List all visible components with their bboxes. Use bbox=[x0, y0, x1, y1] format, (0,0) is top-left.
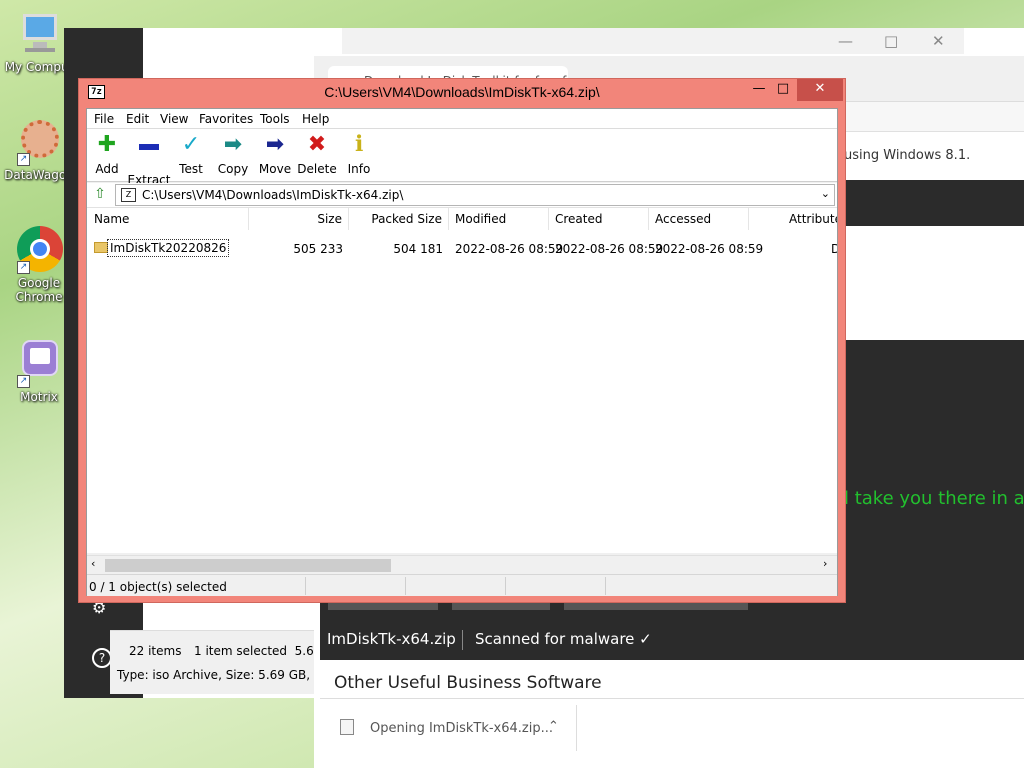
toolbar: ✚ Add Extract ✓ Test ➡ Copy ➡ Move ✖ Del… bbox=[87, 129, 837, 187]
zip-icon: Z bbox=[121, 188, 136, 202]
close-button[interactable]: ✕ bbox=[797, 79, 843, 101]
column-created[interactable]: Created bbox=[549, 208, 649, 230]
banner-scan-status: Scanned for malware ✓ bbox=[475, 630, 652, 648]
row-packed-size: 504 181 bbox=[393, 242, 443, 256]
row-size: 505 233 bbox=[293, 242, 343, 256]
status-bar: 0 / 1 object(s) selected bbox=[87, 574, 837, 596]
window-title: C:\Users\VM4\Downloads\ImDiskTk-x64.zip\ bbox=[324, 84, 600, 100]
browser-maximize-button[interactable]: □ bbox=[884, 32, 898, 50]
explorer-item-count: 22 items bbox=[129, 644, 182, 658]
menu-file[interactable]: File bbox=[94, 112, 114, 126]
banner-filename: ImDiskTk-x64.zip bbox=[327, 630, 456, 648]
scroll-left-icon[interactable]: ‹ bbox=[91, 557, 95, 570]
folder-up-icon[interactable]: ⇧ bbox=[90, 186, 110, 204]
menu-edit[interactable]: Edit bbox=[126, 112, 149, 126]
menu-bar: File Edit View Favorites Tools Help bbox=[87, 109, 837, 129]
browser-close-button[interactable]: ✕ bbox=[932, 32, 945, 50]
file-list: Name Size Packed Size Modified Created A… bbox=[87, 207, 837, 553]
column-name[interactable]: Name bbox=[87, 208, 249, 230]
row-attributes: D bbox=[831, 242, 837, 256]
datawagon-icon: ↗ bbox=[15, 118, 63, 166]
status-text: 0 / 1 object(s) selected bbox=[89, 580, 227, 594]
sevenzip-client: File Edit View Favorites Tools Help ✚ Ad… bbox=[86, 108, 838, 596]
chrome-icon: ↗ bbox=[15, 226, 63, 274]
page-snippet-text: using Windows 8.1. bbox=[844, 148, 971, 163]
row-created: 2022-08-26 08:59 bbox=[555, 242, 664, 256]
menu-tools[interactable]: Tools bbox=[260, 112, 290, 126]
address-input[interactable]: Z C:\Users\VM4\Downloads\ImDiskTk-x64.zi… bbox=[115, 184, 835, 206]
info-icon: ℹ bbox=[354, 132, 364, 157]
explorer-status-area: 22 items 1 item selected 5.69 G Type: is… bbox=[110, 630, 343, 694]
address-row: ⇧ Z C:\Users\VM4\Downloads\ImDiskTk-x64.… bbox=[87, 183, 837, 207]
title-bar[interactable]: 7z C:\Users\VM4\Downloads\ImDiskTk-x64.z… bbox=[79, 79, 845, 105]
chevron-down-icon[interactable]: ⌄ bbox=[821, 187, 830, 200]
row-modified: 2022-08-26 08:59 bbox=[455, 242, 564, 256]
download-shelf: Opening ImDiskTk-x64.zip... ⌃ bbox=[320, 698, 1024, 768]
page-dark-section bbox=[834, 340, 1024, 600]
row-name[interactable]: ImDiskTk20220826 bbox=[107, 239, 230, 257]
menu-help[interactable]: Help bbox=[302, 112, 329, 126]
horizontal-scrollbar[interactable]: ‹ › bbox=[87, 555, 837, 573]
help-icon[interactable]: ? bbox=[92, 648, 112, 668]
motrix-icon: ↗ bbox=[15, 340, 63, 388]
column-size[interactable]: Size bbox=[249, 208, 349, 230]
explorer-details: Type: iso Archive, Size: 5.69 GB, Date bbox=[117, 668, 343, 682]
sevenzip-window: 7z C:\Users\VM4\Downloads\ImDiskTk-x64.z… bbox=[78, 78, 846, 603]
folder-icon bbox=[94, 242, 108, 253]
scroll-right-icon[interactable]: › bbox=[823, 557, 827, 570]
column-modified[interactable]: Modified bbox=[449, 208, 549, 230]
row-accessed: 2022-08-26 08:59 bbox=[655, 242, 764, 256]
info-button[interactable]: ℹ Info bbox=[334, 132, 384, 177]
other-software-heading: Other Useful Business Software bbox=[334, 673, 602, 693]
download-item[interactable]: Opening ImDiskTk-x64.zip... ⌃ bbox=[322, 699, 576, 757]
maximize-button[interactable]: □ bbox=[769, 79, 797, 101]
computer-icon bbox=[15, 10, 63, 58]
page-redirect-text: l take you there in a f bbox=[844, 488, 1024, 509]
column-packed-size[interactable]: Packed Size bbox=[349, 208, 449, 230]
chevron-up-icon[interactable]: ⌃ bbox=[548, 719, 559, 734]
menu-view[interactable]: View bbox=[160, 112, 188, 126]
zip-file-icon bbox=[340, 719, 354, 735]
page-dark-band bbox=[834, 180, 1024, 226]
menu-favorites[interactable]: Favorites bbox=[199, 112, 253, 126]
column-attributes[interactable]: Attribute bbox=[749, 208, 837, 230]
browser-minimize-button[interactable]: — bbox=[838, 32, 853, 50]
scrollbar-thumb[interactable] bbox=[105, 559, 391, 572]
column-accessed[interactable]: Accessed bbox=[649, 208, 749, 230]
